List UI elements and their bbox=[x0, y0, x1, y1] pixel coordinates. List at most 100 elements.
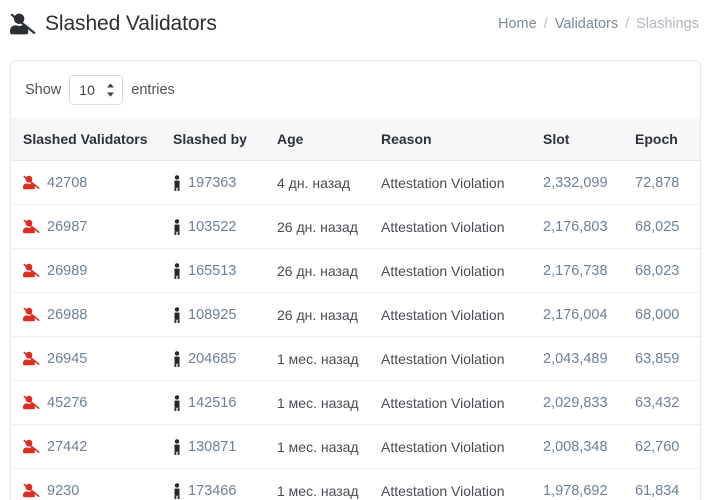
cell-age: 26 дн. назад bbox=[277, 204, 381, 249]
cell-reason: Attestation Violation bbox=[381, 204, 543, 249]
column-header-epoch[interactable]: Epoch bbox=[635, 118, 700, 161]
user-icon bbox=[173, 262, 181, 279]
page-title: Slashed Validators bbox=[45, 12, 217, 35]
breadcrumb-item-validators[interactable]: Validators bbox=[555, 16, 618, 32]
cell-slot: 2,176,803 bbox=[543, 204, 635, 249]
column-header-reason[interactable]: Reason bbox=[381, 118, 543, 161]
user-slash-icon bbox=[23, 350, 40, 367]
epoch-link[interactable]: 68,000 bbox=[635, 307, 679, 323]
entries-label: entries bbox=[131, 82, 175, 98]
slasher-link[interactable]: 108925 bbox=[188, 307, 236, 323]
cell-slot: 1,978,692 bbox=[543, 468, 635, 500]
cell-slashed-by: 142516 bbox=[173, 380, 277, 425]
column-header-slot[interactable]: Slot bbox=[543, 118, 635, 161]
cell-slashed-by: 108925 bbox=[173, 292, 277, 337]
cell-slashed-validator: 9230 bbox=[11, 468, 173, 500]
epoch-link[interactable]: 72,878 bbox=[635, 175, 679, 191]
slot-link[interactable]: 2,176,004 bbox=[543, 307, 608, 323]
slasher-link[interactable]: 103522 bbox=[188, 219, 236, 235]
breadcrumb-item-slashings: Slashings bbox=[636, 16, 699, 32]
validator-link[interactable]: 26945 bbox=[47, 351, 87, 367]
cell-reason: Attestation Violation bbox=[381, 424, 543, 469]
validator-link[interactable]: 27442 bbox=[47, 439, 87, 455]
cell-slashed-validator: 45276 bbox=[11, 380, 173, 425]
cell-slashed-validator: 27442 bbox=[11, 424, 173, 469]
cell-reason: Attestation Violation bbox=[381, 468, 543, 500]
epoch-link[interactable]: 68,025 bbox=[635, 219, 679, 235]
slasher-link[interactable]: 130871 bbox=[188, 439, 236, 455]
user-slash-icon bbox=[23, 394, 40, 411]
column-header-slashed-by[interactable]: Slashed by bbox=[173, 118, 277, 161]
cell-slashed-by: 173466 bbox=[173, 468, 277, 500]
cell-epoch: 63,432 bbox=[635, 380, 700, 425]
slasher-link[interactable]: 173466 bbox=[188, 483, 236, 499]
table-row: 9230 173466 1 мес. назад Attestation Violat… bbox=[11, 468, 700, 500]
validator-link[interactable]: 26989 bbox=[47, 263, 87, 279]
table-row: 42708 197363 4 дн. назад Attestation Violat… bbox=[11, 160, 700, 205]
table-row: 26987 103522 26 дн. назад Attestation Viola… bbox=[11, 204, 700, 249]
validator-link[interactable]: 9230 bbox=[47, 483, 79, 499]
validator-link[interactable]: 26987 bbox=[47, 219, 87, 235]
cell-age: 26 дн. назад bbox=[277, 248, 381, 293]
epoch-link[interactable]: 61,834 bbox=[635, 483, 679, 499]
show-label: Show bbox=[25, 82, 62, 98]
slot-link[interactable]: 2,332,099 bbox=[543, 175, 608, 191]
slot-link[interactable]: 2,043,489 bbox=[543, 351, 608, 367]
cell-slashed-by: 197363 bbox=[173, 160, 277, 205]
slasher-link[interactable]: 142516 bbox=[188, 395, 236, 411]
cell-slashed-by: 204685 bbox=[173, 336, 277, 381]
breadcrumb-separator: / bbox=[625, 16, 630, 32]
page-length-value: 10 bbox=[79, 82, 95, 98]
breadcrumb-item-home[interactable]: Home bbox=[498, 16, 537, 32]
user-icon bbox=[173, 350, 181, 367]
cell-slot: 2,332,099 bbox=[543, 160, 635, 205]
slasher-link[interactable]: 197363 bbox=[188, 175, 236, 191]
cell-slashed-by: 165513 bbox=[173, 248, 277, 293]
slasher-link[interactable]: 204685 bbox=[188, 351, 236, 367]
slasher-link[interactable]: 165513 bbox=[188, 263, 236, 279]
epoch-link[interactable]: 63,432 bbox=[635, 395, 679, 411]
user-slash-icon bbox=[23, 262, 40, 279]
slot-link[interactable]: 2,008,348 bbox=[543, 439, 608, 455]
table-row: 26989 165513 26 дн. назад Attestation Viola… bbox=[11, 248, 700, 293]
user-icon bbox=[173, 482, 181, 499]
cell-epoch: 68,000 bbox=[635, 292, 700, 337]
epoch-link[interactable]: 62,760 bbox=[635, 439, 679, 455]
page-length-control: Show 10 entries bbox=[25, 75, 175, 105]
column-header-age[interactable]: Age bbox=[277, 118, 381, 161]
cell-age: 26 дн. назад bbox=[277, 292, 381, 337]
breadcrumb-separator: / bbox=[543, 16, 548, 32]
page-length-select[interactable]: 10 bbox=[69, 75, 124, 105]
page-header: Slashed Validators Home / Validators / S… bbox=[0, 0, 711, 48]
column-header-slashed-validators[interactable]: Slashed Validators bbox=[11, 118, 173, 161]
user-slash-icon bbox=[23, 306, 40, 323]
cell-age: 4 дн. назад bbox=[277, 160, 381, 205]
slot-link[interactable]: 2,176,803 bbox=[543, 219, 608, 235]
cell-slashed-by: 130871 bbox=[173, 424, 277, 469]
cell-reason: Attestation Violation bbox=[381, 336, 543, 381]
validator-link[interactable]: 42708 bbox=[47, 175, 87, 191]
cell-epoch: 62,760 bbox=[635, 424, 700, 469]
table-toolbar: Show 10 entries bbox=[11, 61, 700, 118]
cell-age: 1 мес. назад bbox=[277, 424, 381, 469]
user-slash-icon bbox=[23, 482, 40, 499]
cell-reason: Attestation Violation bbox=[381, 160, 543, 205]
slot-link[interactable]: 2,176,738 bbox=[543, 263, 608, 279]
cell-reason: Attestation Violation bbox=[381, 380, 543, 425]
epoch-link[interactable]: 63,859 bbox=[635, 351, 679, 367]
cell-slashed-validator: 26988 bbox=[11, 292, 173, 337]
user-icon bbox=[173, 174, 181, 191]
user-icon bbox=[173, 218, 181, 235]
validator-link[interactable]: 26988 bbox=[47, 307, 87, 323]
title-group: Slashed Validators bbox=[10, 11, 217, 37]
sort-updown-icon bbox=[106, 83, 115, 97]
slot-link[interactable]: 2,029,833 bbox=[543, 395, 608, 411]
cell-age: 1 мес. назад bbox=[277, 468, 381, 500]
cell-reason: Attestation Violation bbox=[381, 292, 543, 337]
epoch-link[interactable]: 68,023 bbox=[635, 263, 679, 279]
cell-slot: 2,043,489 bbox=[543, 336, 635, 381]
slot-link[interactable]: 1,978,692 bbox=[543, 483, 608, 499]
cell-epoch: 68,025 bbox=[635, 204, 700, 249]
cell-slot: 2,029,833 bbox=[543, 380, 635, 425]
validator-link[interactable]: 45276 bbox=[47, 395, 87, 411]
